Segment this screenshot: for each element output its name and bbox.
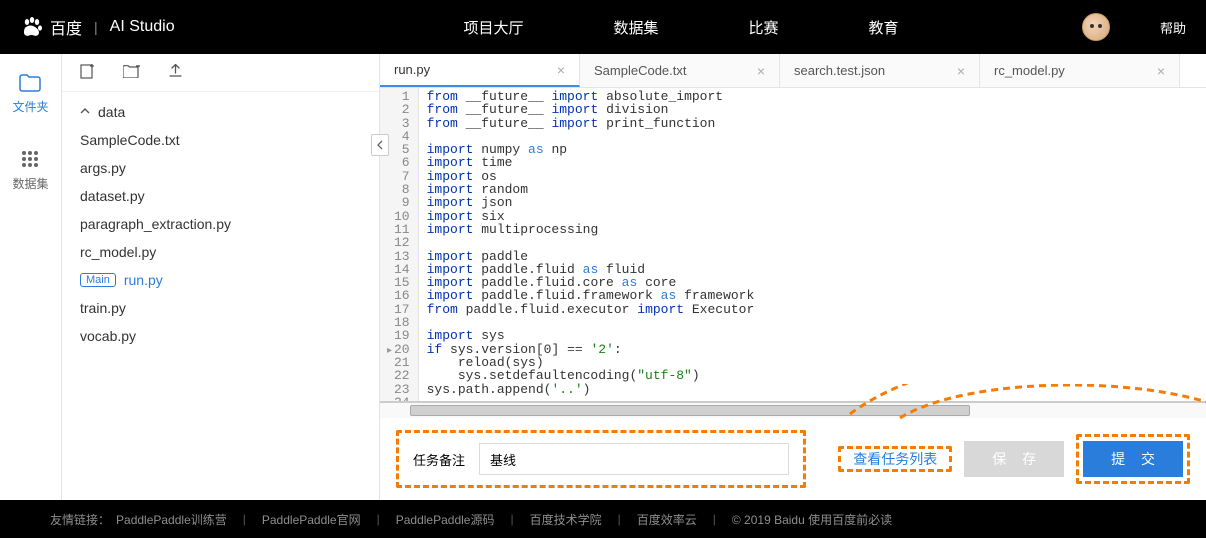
tree-file[interactable]: args.py bbox=[62, 154, 379, 182]
footer-link[interactable]: PaddlePaddle源码 bbox=[396, 511, 495, 528]
view-tasks-box: 查看任务列表 bbox=[838, 446, 952, 472]
tab-label: search.test.json bbox=[794, 63, 885, 78]
tab-search[interactable]: search.test.json × bbox=[780, 54, 980, 87]
new-file-icon[interactable] bbox=[80, 64, 95, 82]
bottom-bar: 任务备注 查看任务列表 保 存 提 交 bbox=[380, 418, 1206, 500]
close-icon[interactable]: × bbox=[957, 63, 965, 79]
task-note-label: 任务备注 bbox=[413, 450, 465, 469]
tree-file[interactable]: SampleCode.txt bbox=[62, 126, 379, 154]
code-view[interactable]: 12345678910111213141516171819▸2021222324… bbox=[380, 88, 1206, 402]
footer-link[interactable]: 百度技术学院 bbox=[530, 511, 602, 528]
main-badge: Main bbox=[80, 273, 116, 287]
task-note-input[interactable] bbox=[479, 443, 789, 475]
close-icon[interactable]: × bbox=[557, 62, 565, 78]
tab-run[interactable]: run.py × bbox=[380, 54, 580, 87]
tree-file[interactable]: dataset.py bbox=[62, 182, 379, 210]
tree-file[interactable]: train.py bbox=[62, 294, 379, 322]
file-toolbar bbox=[62, 54, 379, 92]
footer: 友情链接： PaddlePaddle训练营| PaddlePaddle官网| P… bbox=[0, 500, 1206, 538]
logo-area: 百度 | AI Studio bbox=[20, 15, 280, 39]
close-icon[interactable]: × bbox=[1157, 63, 1165, 79]
nav-link-education[interactable]: 教育 bbox=[869, 17, 899, 38]
tree-root-label: data bbox=[98, 104, 125, 120]
tab-label: run.py bbox=[394, 62, 430, 77]
nav-link-projects[interactable]: 项目大厅 bbox=[463, 17, 523, 38]
scrollbar-thumb[interactable] bbox=[410, 405, 970, 416]
file-panel: data SampleCode.txt args.py dataset.py p… bbox=[62, 54, 380, 500]
tab-label: rc_model.py bbox=[994, 63, 1065, 78]
main-area: 文件夹 数据集 data SampleCode.txt args.py data… bbox=[0, 54, 1206, 500]
baidu-paw-icon bbox=[20, 15, 44, 39]
close-icon[interactable]: × bbox=[757, 63, 765, 79]
tab-label: SampleCode.txt bbox=[594, 63, 687, 78]
caret-down-icon bbox=[80, 104, 90, 120]
rail-files-label: 文件夹 bbox=[12, 98, 48, 115]
tab-bar: run.py × SampleCode.txt × search.test.js… bbox=[380, 54, 1206, 88]
tree-file-main[interactable]: Main run.py bbox=[62, 266, 379, 294]
rail-datasets-label: 数据集 bbox=[12, 175, 48, 192]
editor-area: run.py × SampleCode.txt × search.test.js… bbox=[380, 54, 1206, 500]
brand-cn: 百度 bbox=[50, 15, 82, 39]
rail-files[interactable]: 文件夹 bbox=[12, 74, 48, 115]
new-folder-icon[interactable] bbox=[123, 65, 140, 81]
task-note-box: 任务备注 bbox=[396, 430, 806, 488]
left-rail: 文件夹 数据集 bbox=[0, 54, 62, 500]
collapse-panel-icon[interactable] bbox=[371, 134, 389, 156]
nav-right: 帮助 bbox=[1082, 13, 1186, 41]
main-file-name: run.py bbox=[124, 272, 163, 288]
tree-file[interactable]: vocab.py bbox=[62, 322, 379, 350]
rail-datasets[interactable]: 数据集 bbox=[12, 149, 48, 192]
submit-button[interactable]: 提 交 bbox=[1083, 441, 1183, 477]
footer-link[interactable]: 百度效率云 bbox=[637, 511, 697, 528]
avatar[interactable] bbox=[1082, 13, 1110, 41]
file-tree: data SampleCode.txt args.py dataset.py p… bbox=[62, 92, 379, 356]
code-lines[interactable]: from __future__ import absolute_importfr… bbox=[419, 88, 1206, 401]
nav-links: 项目大厅 数据集 比赛 教育 bbox=[280, 17, 1082, 38]
submit-box: 提 交 bbox=[1076, 434, 1190, 484]
tab-rcmodel[interactable]: rc_model.py × bbox=[980, 54, 1180, 87]
upload-icon[interactable] bbox=[168, 64, 183, 82]
footer-copyright: © 2019 Baidu 使用百度前必读 bbox=[732, 511, 892, 528]
view-tasks-link[interactable]: 查看任务列表 bbox=[841, 441, 949, 477]
horizontal-scrollbar[interactable] bbox=[380, 402, 1206, 418]
tree-file[interactable]: rc_model.py bbox=[62, 238, 379, 266]
brand-divider: | bbox=[94, 19, 98, 35]
nav-link-datasets[interactable]: 数据集 bbox=[613, 17, 658, 38]
tree-file[interactable]: paragraph_extraction.py bbox=[62, 210, 379, 238]
footer-prefix: 友情链接： bbox=[50, 511, 110, 528]
brand-studio: AI Studio bbox=[110, 18, 175, 36]
save-button[interactable]: 保 存 bbox=[964, 441, 1064, 477]
footer-link[interactable]: PaddlePaddle官网 bbox=[262, 511, 361, 528]
nav-link-competition[interactable]: 比赛 bbox=[748, 17, 778, 38]
top-nav: 百度 | AI Studio 项目大厅 数据集 比赛 教育 帮助 bbox=[0, 0, 1206, 54]
tree-root[interactable]: data bbox=[62, 98, 379, 126]
tab-sample[interactable]: SampleCode.txt × bbox=[580, 54, 780, 87]
footer-link[interactable]: PaddlePaddle训练营 bbox=[116, 511, 227, 528]
nav-help[interactable]: 帮助 bbox=[1160, 18, 1186, 37]
